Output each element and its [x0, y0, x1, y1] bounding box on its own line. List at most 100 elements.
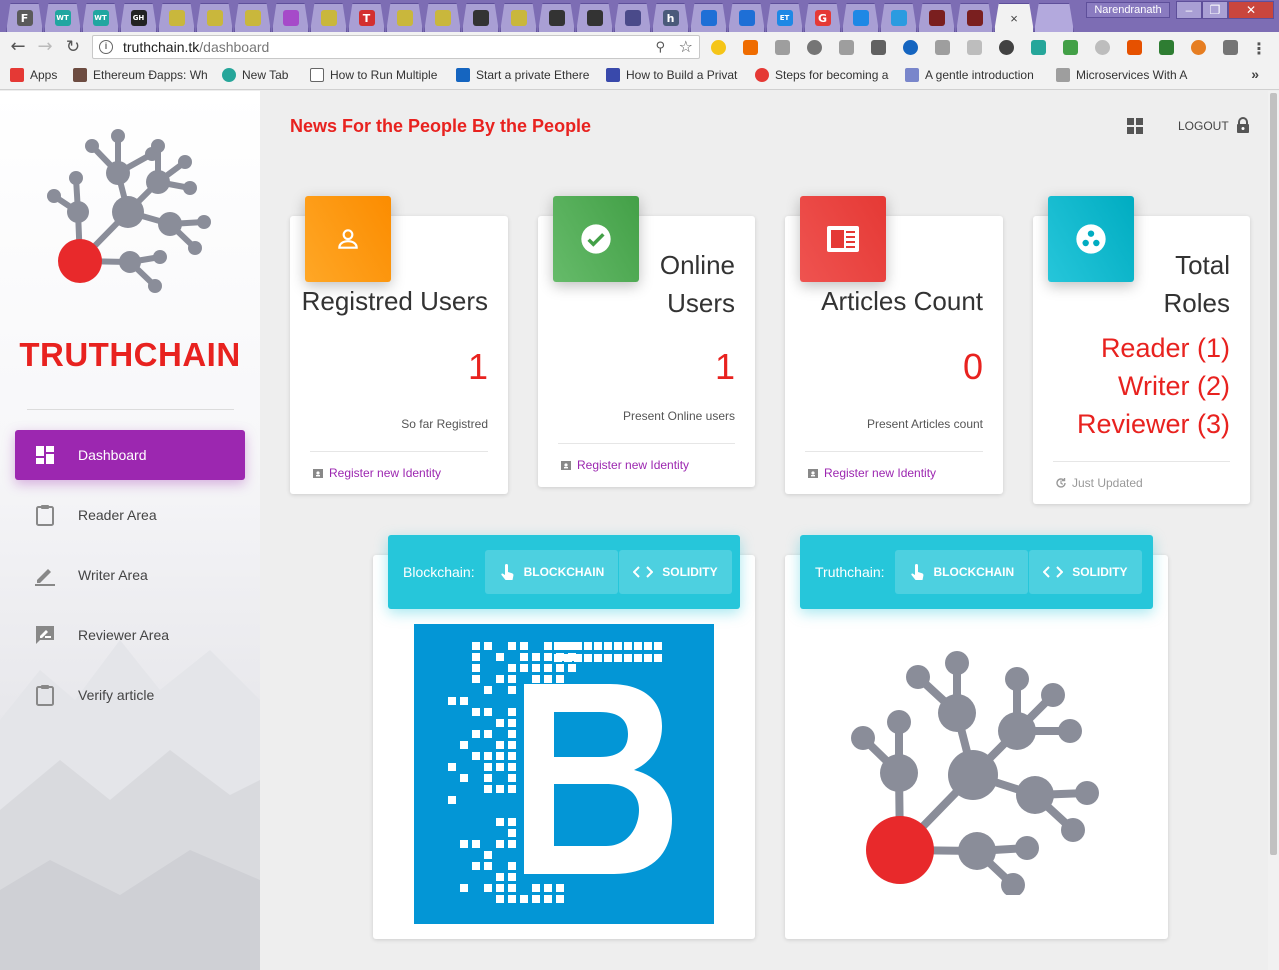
sidebar-item-dashboard[interactable]: Dashboard — [15, 430, 245, 480]
tab-favicon-icon — [206, 10, 223, 26]
extension-icon[interactable] — [711, 40, 726, 55]
bookmarks-overflow-icon[interactable]: » — [1251, 66, 1259, 82]
brand-divider — [27, 409, 234, 410]
extension-icon[interactable] — [839, 40, 854, 55]
extension-icon[interactable] — [903, 40, 918, 55]
browser-tab[interactable]: h — [652, 3, 689, 32]
new-tab-button[interactable] — [1034, 3, 1074, 32]
scrollbar-thumb[interactable] — [1270, 93, 1277, 855]
bookmark-item[interactable]: A gentle introduction — [905, 68, 1034, 82]
browser-tab[interactable] — [918, 3, 955, 32]
feature-label: Truthchain: — [815, 564, 885, 580]
browser-tab[interactable] — [728, 3, 765, 32]
bookmark-star-icon[interactable]: ☆ — [679, 37, 693, 57]
tab-solidity[interactable]: SOLIDITY — [619, 550, 732, 594]
bookmark-item[interactable]: Microservices With A — [1056, 68, 1187, 82]
bookmark-item[interactable]: Apps — [10, 68, 57, 82]
bitcoin-blockchain-image — [414, 624, 714, 924]
browser-tab[interactable]: ET — [766, 3, 803, 32]
tab-favicon-icon — [738, 10, 755, 26]
browser-tab[interactable] — [424, 3, 461, 32]
extension-icon[interactable] — [967, 40, 982, 55]
sidebar-item-reviewer-area[interactable]: Reviewer Area — [15, 610, 245, 660]
site-info-icon[interactable]: i — [99, 40, 113, 54]
browser-tab[interactable]: GH — [120, 3, 157, 32]
browser-tab[interactable] — [614, 3, 651, 32]
feature-tabs-blockchain: Blockchain: BLOCKCHAIN SOLIDITY — [388, 535, 740, 609]
minimize-button[interactable]: – — [1176, 1, 1202, 19]
tab-favicon-icon — [168, 10, 185, 26]
update-icon — [1056, 478, 1066, 488]
browser-tab[interactable] — [196, 3, 233, 32]
logout-button[interactable]: LOGOUT — [1178, 117, 1250, 134]
browser-tab[interactable]: WT — [82, 3, 119, 32]
extension-icon[interactable] — [1031, 40, 1046, 55]
extension-icon[interactable] — [743, 40, 758, 55]
tab-favicon-icon — [928, 10, 945, 26]
browser-tab[interactable] — [234, 3, 271, 32]
extension-icon[interactable] — [1159, 40, 1174, 55]
bookmark-item[interactable]: How to Run Multiple — [310, 68, 437, 82]
maximize-button[interactable]: ❐ — [1202, 1, 1228, 19]
stat-value: 1 — [714, 346, 735, 387]
dashboard-grid-icon[interactable] — [1126, 117, 1144, 135]
browser-tab[interactable] — [842, 3, 879, 32]
register-new-identity-link[interactable]: Register new Identity — [807, 466, 936, 480]
bookmark-item[interactable]: How to Build a Privat — [606, 68, 737, 82]
browser-tab[interactable]: T — [348, 3, 385, 32]
page-scrollbar[interactable] — [1268, 91, 1279, 970]
extension-icon[interactable] — [1063, 40, 1078, 55]
tab-favicon-icon — [624, 10, 641, 26]
bookmark-item[interactable]: New Tab — [222, 68, 288, 82]
browser-tab[interactable] — [462, 3, 499, 32]
register-new-identity-link[interactable]: Register new Identity — [560, 458, 689, 472]
browser-tab[interactable] — [880, 3, 917, 32]
browser-tab[interactable]: WT — [44, 3, 81, 32]
sidebar-item-writer-area[interactable]: Writer Area — [15, 550, 245, 600]
sidebar-item-label: Reader Area — [78, 507, 157, 523]
bookmark-item[interactable]: Ethereum Ðapps: Wh — [73, 68, 208, 82]
bookmark-favicon-icon — [456, 68, 470, 82]
key-icon[interactable]: ⚲ — [655, 39, 665, 55]
browser-tab[interactable]: F — [6, 3, 43, 32]
reload-button[interactable]: ↻ — [63, 37, 83, 57]
bookmark-item[interactable]: Steps for becoming a — [755, 68, 888, 82]
sidebar-item-reader-area[interactable]: Reader Area — [15, 490, 245, 540]
extension-icon[interactable] — [1127, 40, 1142, 55]
register-new-identity-link[interactable]: Register new Identity — [312, 466, 441, 480]
browser-tab[interactable] — [538, 3, 575, 32]
browser-menu-icon[interactable]: ⋮ — [1251, 39, 1267, 58]
bookmark-favicon-icon — [310, 68, 324, 82]
browser-tab[interactable]: G — [804, 3, 841, 32]
browser-tab-active[interactable]: × — [994, 3, 1034, 32]
browser-tab[interactable] — [956, 3, 993, 32]
browser-tab[interactable] — [272, 3, 309, 32]
extension-icon[interactable] — [1223, 40, 1238, 55]
extension-icon[interactable] — [999, 40, 1014, 55]
tab-favicon-icon: GH — [130, 10, 147, 26]
tab-blockchain[interactable]: BLOCKCHAIN — [894, 550, 1029, 594]
browser-tab[interactable] — [500, 3, 537, 32]
extension-icon[interactable] — [871, 40, 886, 55]
extension-icon[interactable] — [807, 40, 822, 55]
forward-button[interactable]: → — [35, 37, 55, 57]
window-close-button[interactable]: ✕ — [1228, 1, 1274, 19]
address-bar[interactable]: i truthchain.tk/dashboard ⚲ ☆ — [92, 35, 700, 59]
extension-icon[interactable] — [1095, 40, 1110, 55]
bookmark-item[interactable]: Start a private Ethere — [456, 68, 589, 82]
browser-tab[interactable] — [690, 3, 727, 32]
extension-icon[interactable] — [935, 40, 950, 55]
tab-solidity[interactable]: SOLIDITY — [1029, 550, 1142, 594]
back-button[interactable]: ← — [8, 37, 28, 57]
extension-icon[interactable] — [1191, 40, 1206, 55]
tab-close-icon[interactable]: × — [1010, 11, 1018, 26]
tab-blockchain[interactable]: BLOCKCHAIN — [484, 550, 619, 594]
card-divider — [1053, 461, 1230, 462]
browser-tab[interactable] — [386, 3, 423, 32]
sidebar-item-verify-article[interactable]: Verify article — [15, 670, 245, 720]
browser-tab[interactable] — [576, 3, 613, 32]
extension-icon[interactable] — [775, 40, 790, 55]
browser-tab[interactable] — [158, 3, 195, 32]
browser-tab[interactable] — [310, 3, 347, 32]
role-reviewer: Reviewer (3) — [1076, 409, 1230, 439]
